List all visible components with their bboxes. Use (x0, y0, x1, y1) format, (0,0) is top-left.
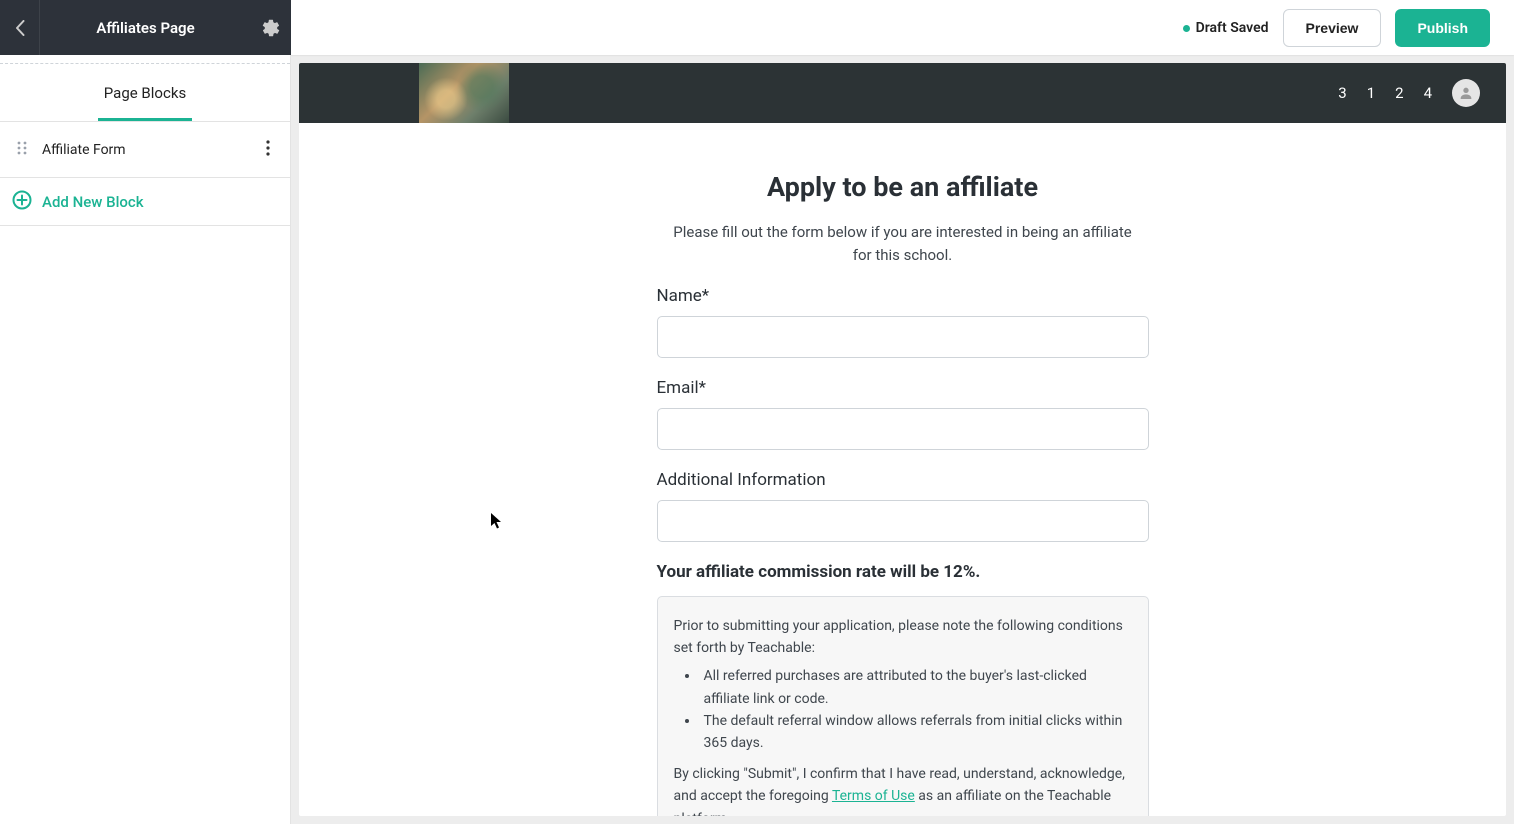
more-vertical-icon (266, 140, 270, 156)
preview-canvas: 3 1 2 4 Apply to be an affiliate Please … (299, 63, 1506, 816)
email-input[interactable] (657, 408, 1149, 450)
plus-circle-icon (12, 190, 32, 214)
avatar[interactable] (1452, 79, 1480, 107)
commission-rate: Your affiliate commission rate will be 1… (657, 562, 1149, 582)
page-title: Affiliates Page (40, 19, 251, 37)
terms-intro: Prior to submitting your application, pl… (674, 615, 1132, 660)
sidebar: Page Blocks Affiliate Form Add New Block (0, 55, 291, 824)
nav-link-1[interactable]: 3 (1338, 84, 1346, 102)
block-label: Affiliate Form (42, 142, 248, 158)
terms-bullet-2: The default referral window allows refer… (700, 710, 1132, 755)
publish-button[interactable]: Publish (1395, 9, 1490, 47)
dashed-divider (0, 55, 290, 64)
draft-status-label: Draft Saved (1196, 20, 1269, 36)
chevron-left-icon (15, 20, 25, 36)
email-label: Email* (657, 378, 1149, 398)
terms-list: All referred purchases are attributed to… (700, 665, 1132, 755)
nav-link-2[interactable]: 1 (1367, 84, 1375, 102)
editor-header-right: Draft Saved Preview Publish (291, 0, 1514, 55)
back-button[interactable] (0, 0, 40, 55)
nav-link-3[interactable]: 2 (1395, 84, 1403, 102)
site-header: 3 1 2 4 (299, 63, 1506, 123)
block-item-affiliate-form[interactable]: Affiliate Form (0, 122, 290, 178)
field-additional: Additional Information (657, 470, 1149, 542)
terms-box: Prior to submitting your application, pl… (657, 596, 1149, 817)
additional-input[interactable] (657, 500, 1149, 542)
form-title: Apply to be an affiliate (657, 171, 1149, 203)
name-input[interactable] (657, 316, 1149, 358)
status-dot-icon (1183, 25, 1190, 32)
draft-status: Draft Saved (1183, 20, 1269, 36)
nav-link-4[interactable]: 4 (1424, 84, 1432, 102)
terms-of-use-link[interactable]: Terms of Use (832, 788, 915, 804)
site-nav: 3 1 2 4 (1338, 79, 1480, 107)
name-label: Name* (657, 286, 1149, 306)
form-subtitle: Please fill out the form below if you ar… (668, 221, 1138, 268)
terms-bullet-1: All referred purchases are attributed to… (700, 665, 1132, 710)
tab-label: Page Blocks (104, 84, 186, 102)
gear-icon (261, 18, 281, 38)
add-block-button[interactable]: Add New Block (0, 178, 290, 226)
add-block-label: Add New Block (42, 193, 144, 211)
terms-accept: By clicking "Submit", I confirm that I h… (674, 763, 1132, 816)
drag-handle-icon[interactable] (16, 140, 28, 160)
field-name: Name* (657, 286, 1149, 358)
affiliate-form: Apply to be an affiliate Please fill out… (299, 123, 1506, 816)
field-email: Email* (657, 378, 1149, 450)
preview-button[interactable]: Preview (1283, 9, 1382, 47)
user-icon (1458, 85, 1474, 101)
editor-header: Affiliates Page Draft Saved Preview Publ… (0, 0, 1514, 55)
editor-header-left: Affiliates Page (0, 0, 291, 55)
sidebar-tabs: Page Blocks (0, 64, 290, 122)
additional-label: Additional Information (657, 470, 1149, 490)
block-more-button[interactable] (262, 136, 274, 164)
tab-page-blocks[interactable]: Page Blocks (98, 64, 192, 121)
canvas: 3 1 2 4 Apply to be an affiliate Please … (291, 55, 1514, 824)
main-layout: Page Blocks Affiliate Form Add New Block (0, 55, 1514, 824)
site-logo[interactable] (419, 63, 509, 123)
settings-button[interactable] (251, 0, 291, 55)
